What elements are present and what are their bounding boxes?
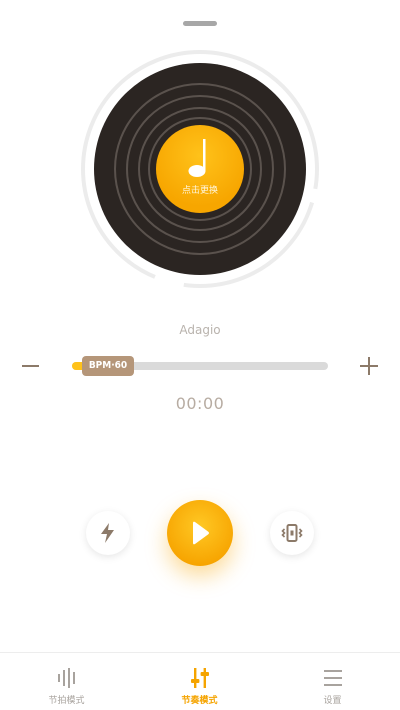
tab-rhythm-mode[interactable]: 节奏模式 <box>133 653 266 710</box>
bpm-slider-thumb[interactable]: BPM·60 <box>82 356 134 376</box>
accent-button[interactable] <box>86 511 130 555</box>
vibrate-icon <box>281 524 303 542</box>
tab-beat-mode[interactable]: 节拍模式 <box>0 653 133 710</box>
disc-label: 点击更换 <box>181 186 218 196</box>
tab-bar: 节拍模式 节奏模式 设置 <box>0 652 400 710</box>
timer: 00:00 <box>175 394 225 413</box>
waveform-icon <box>58 668 75 688</box>
play-button[interactable] <box>167 500 233 566</box>
menu-icon <box>324 670 342 686</box>
plus-icon[interactable] <box>360 357 378 375</box>
tab-label: 设置 <box>323 696 342 706</box>
sliders-icon <box>191 668 209 688</box>
vibrate-button[interactable] <box>270 511 314 555</box>
tempo-name: Adagio <box>179 323 221 337</box>
bpm-slider-row: BPM·60 <box>0 352 400 380</box>
drag-handle-icon[interactable] <box>183 21 217 26</box>
record-disc[interactable]: 点击更换 <box>80 49 320 289</box>
lightning-icon <box>101 523 114 543</box>
play-icon <box>193 521 209 545</box>
music-note-icon <box>188 139 206 177</box>
change-sound-button[interactable]: 点击更换 <box>156 125 244 213</box>
vinyl-record: 点击更换 <box>94 63 306 275</box>
tab-label: 节奏模式 <box>181 696 218 706</box>
tab-settings[interactable]: 设置 <box>266 653 399 710</box>
minus-icon[interactable] <box>22 365 39 367</box>
tab-label: 节拍模式 <box>48 696 85 706</box>
